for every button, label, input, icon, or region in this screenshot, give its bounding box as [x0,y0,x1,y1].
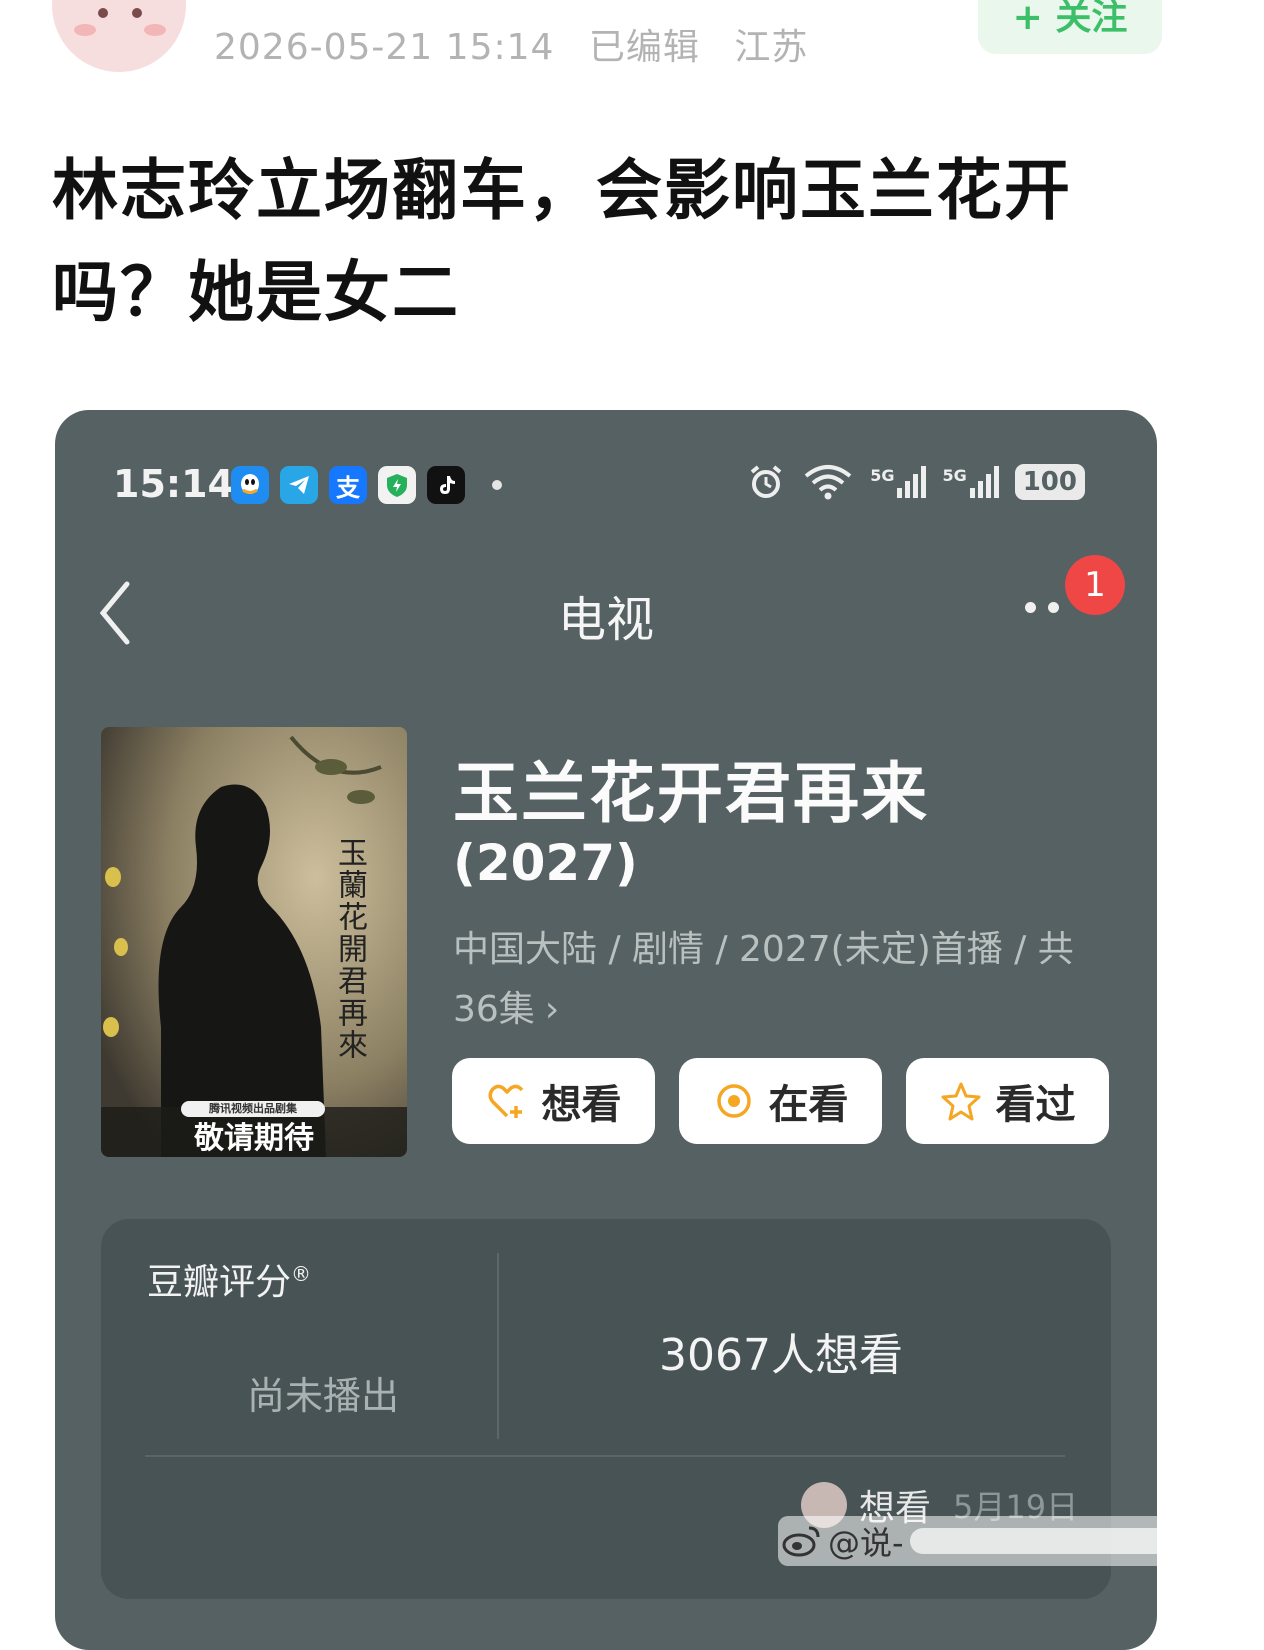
weibo-watermark: @说- [778,1516,1210,1566]
notification-badge: 1 [1065,555,1125,615]
battery-indicator: 100 [1014,464,1085,500]
qq-icon [231,466,269,504]
show-title: 玉兰花开君再来 [453,755,929,832]
wifi-icon [804,465,852,500]
watermark-blur [909,1528,1200,1554]
rating-label-text: 豆瓣评分 [147,1262,292,1303]
want-to-watch-button[interactable]: 想看 [452,1058,655,1144]
rating-separator [145,1455,1065,1457]
action-buttons: 想看 在看 看过 [452,1058,1109,1144]
nav-bar: 电视 [55,560,1157,670]
network-type-label: 5G [942,466,967,485]
want-count: 3067人想看 [659,1330,903,1381]
watching-button[interactable]: 在看 [679,1058,882,1144]
security-shield-icon [378,466,416,504]
status-time: 15:14 [113,462,234,506]
avatar-eye [98,8,108,18]
action-label: 想看 [541,1082,622,1128]
more-options-icon[interactable] [1025,602,1059,613]
avatar-eye [132,8,142,18]
star-icon [941,1082,980,1121]
show-info[interactable]: 中国大陆 / 剧情 / 2027(未定)首播 / 共36集 › [453,920,1113,1040]
network-type-label: 5G [870,466,895,485]
status-bar: 15:14 支 5G 5G 100 [55,410,1157,560]
chevron-right-icon: › [544,989,560,1030]
signal-5g-icon-2: 5G [942,466,999,498]
post-location: 江苏 [734,27,809,68]
douban-rating-label: 豆瓣评分® [147,1253,311,1305]
status-system-icons: 5G 5G 100 [746,462,1085,502]
post-edited-flag: 已编辑 [588,27,700,68]
target-icon [716,1084,751,1118]
show-poster[interactable]: 玉蘭花開君再來 腾讯视频出品剧集 敬请期待 [101,727,407,1157]
alipay-icon: 支 [329,466,367,504]
post-date: 2026-05-21 15:14 [214,27,555,68]
watched-button[interactable]: 看过 [906,1058,1109,1144]
embedded-screenshot: 15:14 支 5G 5G 100 电视 1 玉蘭花開君再來 腾讯视频出品剧集 … [55,410,1157,1650]
poster-vertical-title: 玉蘭花開君再來 [332,837,367,1061]
avatar-blush [74,24,96,36]
status-app-icons: 支 [231,466,502,504]
post-title: 林志玲立场翻车，会影响玉兰花开吗？她是女二 [52,152,1072,331]
heart-plus-icon [488,1084,523,1118]
post-meta: 2026-05-21 15:14 已编辑 江苏 [214,18,830,70]
telegram-icon [280,466,318,504]
rating-status: 尚未播出 [247,1374,400,1418]
registered-mark: ® [291,1262,312,1286]
author-avatar[interactable] [52,0,186,72]
follow-button[interactable]: + 关注 [978,0,1162,54]
action-label: 看过 [995,1082,1076,1128]
show-year: (2027) [453,834,638,892]
action-label: 在看 [768,1082,849,1128]
poster-slogan: 敬请期待 [194,1121,314,1156]
rating-divider [497,1253,499,1439]
notification-dot [492,480,502,490]
signal-5g-icon-1: 5G [870,466,927,498]
tiktok-icon [427,466,465,504]
weibo-logo-icon [782,1526,820,1557]
avatar-blush [144,24,166,36]
alarm-clock-icon [750,465,782,498]
watermark-text: @说- [828,1524,904,1562]
nav-title: 电视 [557,592,654,648]
